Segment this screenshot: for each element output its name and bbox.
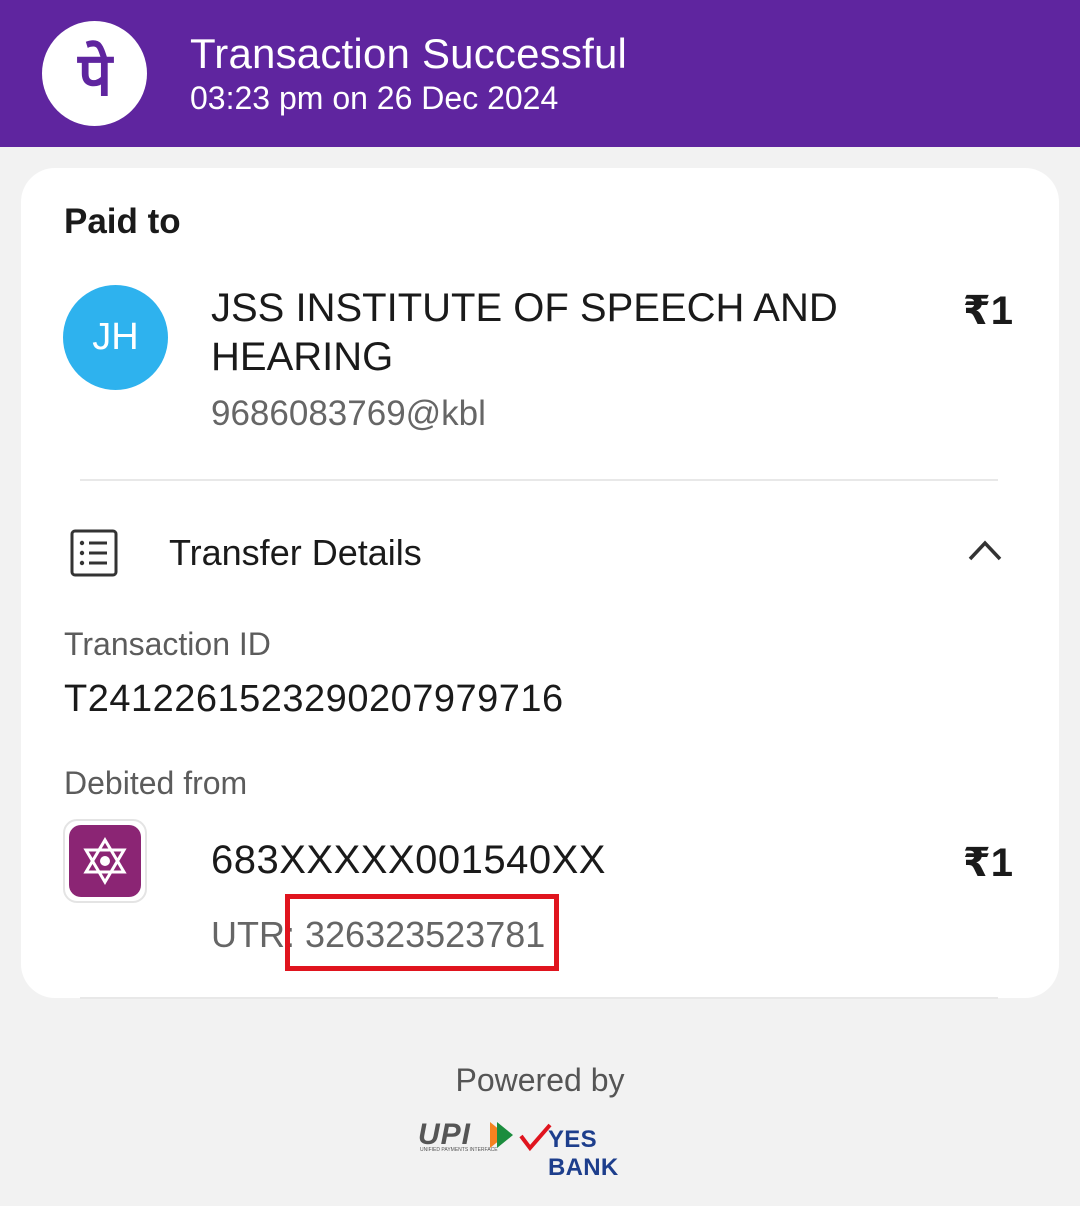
transaction-timestamp: 03:23 pm on 26 Dec 2024	[190, 80, 559, 116]
transaction-id-value: T2412261523290207979716	[64, 678, 564, 720]
divider	[80, 997, 998, 999]
payee-name: JSS INSTITUTE OF SPEECH AND HEARING	[211, 286, 838, 379]
star-of-david-icon	[69, 825, 141, 897]
chevron-up-icon[interactable]	[967, 538, 1003, 562]
bank-logo	[63, 819, 147, 903]
avatar-initials: JH	[92, 316, 139, 358]
upi-arrow-icon	[490, 1122, 513, 1148]
transaction-id-label: Transaction ID	[64, 626, 271, 662]
utr-highlight-box	[285, 894, 559, 971]
partner-logos: UPI UNIFIED PAYMENTS INTERFACE YES BANK	[418, 1118, 668, 1181]
svg-text:पे: पे	[76, 40, 113, 109]
payee-upi-id: 9686083769@kbl	[211, 394, 486, 433]
debited-account-number: 683XXXXX001540XX	[211, 838, 606, 882]
transaction-card: Paid to JH JSS INSTITUTE OF SPEECH AND H…	[21, 168, 1059, 999]
paid-to-label: Paid to	[64, 202, 181, 241]
list-icon	[70, 529, 118, 577]
debited-from-label: Debited from	[64, 765, 248, 801]
upi-tagline: UNIFIED PAYMENTS INTERFACE	[420, 1147, 498, 1153]
header-bar: पे Transaction Successful 03:23 pm on 26…	[0, 0, 1080, 147]
paid-amount: ₹1	[962, 289, 1013, 333]
transaction-status-title: Transaction Successful	[190, 30, 628, 77]
checkmark-icon	[519, 1123, 552, 1152]
payee-avatar: JH	[63, 285, 168, 390]
debited-amount: ₹1	[962, 841, 1013, 885]
transfer-details-toggle[interactable]: Transfer Details	[169, 532, 422, 574]
yes-bank-logo: YES BANK	[548, 1126, 619, 1181]
powered-by-label: Powered by	[455, 1062, 625, 1098]
phonepe-logo-icon: पे	[42, 21, 147, 126]
divider	[80, 479, 998, 481]
